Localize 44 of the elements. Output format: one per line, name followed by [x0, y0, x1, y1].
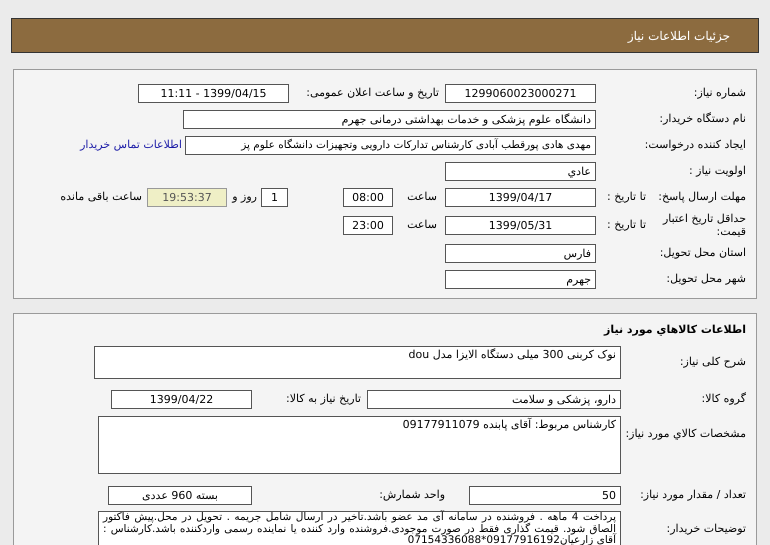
- field-label: تاریخ و ساعت اعلان عمومی:: [305, 84, 440, 101]
- field-label: ساعت: [406, 216, 438, 233]
- text-field[interactable]: 50: [469, 486, 621, 504]
- text-field[interactable]: مهدی هادی پورقطب آبادی کارشناس تدارکات دارویی وتجهیزات دانشگاه علوم پز: [185, 136, 596, 154]
- page-header: جزئیات اطلاعات نیاز: [11, 18, 759, 53]
- text-field[interactable]: 1299060023000271: [445, 84, 596, 102]
- text-field[interactable]: بسته 960 عددی: [108, 486, 252, 504]
- text-area[interactable]: نوک کربنی 300 میلی دستگاه الایزا مدل dou: [94, 346, 621, 378]
- text-field[interactable]: جهرم: [445, 270, 596, 288]
- field-label: شهر محل تحویل:: [665, 270, 747, 287]
- field-label: تا تاریخ :: [607, 188, 646, 205]
- field-label: استان محل تحویل:: [658, 244, 747, 261]
- text-area[interactable]: کارشناس مربوط: آقای پابنده 09177911079: [98, 416, 621, 474]
- text-field[interactable]: دانشگاه علوم پزشکی و خدمات بهداشتی درمانی جهرم: [183, 110, 596, 128]
- text-field[interactable]: فارس: [445, 244, 596, 262]
- field-label: شرح کلی نیاز:: [678, 354, 747, 370]
- text-field[interactable]: 1399/04/17: [445, 188, 596, 206]
- field-label: حداقل تاریخ اعتبار قیمت:: [662, 212, 746, 238]
- contact-link[interactable]: اطلاعات تماس خریدار: [80, 136, 182, 154]
- field-label: اولویت نیاز :: [688, 162, 747, 179]
- remaining-time-field: 19:53:37: [147, 188, 227, 206]
- text-field[interactable]: 1: [261, 188, 288, 206]
- field-label: گروه کالا:: [700, 390, 747, 407]
- section-title: اطلاعات کالاهاي مورد نیاز: [602, 322, 747, 338]
- field-label: واحد شمارش:: [378, 486, 446, 503]
- field-label: توضیحات خریدار:: [666, 521, 747, 537]
- field-label: شماره نیاز:: [692, 84, 747, 101]
- text-field[interactable]: 1399/04/15 - 11:11: [138, 84, 289, 102]
- field-label: روز و: [230, 188, 258, 205]
- text-field[interactable]: 23:00: [343, 216, 393, 234]
- field-label: ساعت باقی مانده: [60, 188, 143, 205]
- field-label: مشخصات کالاي مورد نیاز:: [624, 426, 747, 442]
- field-label: تعداد / مقدار مورد نیاز:: [639, 486, 747, 503]
- text-field[interactable]: 1399/04/22: [111, 390, 252, 408]
- text-field[interactable]: 08:00: [343, 188, 393, 206]
- text-field[interactable]: دارو، پزشکی و سلامت: [367, 390, 621, 408]
- text-field[interactable]: 1399/05/31: [445, 216, 596, 234]
- field-label: ساعت: [406, 188, 438, 205]
- field-label: تا تاریخ :: [607, 216, 646, 233]
- text-field[interactable]: عادي: [445, 162, 596, 180]
- field-label: نام دستگاه خریدار:: [658, 110, 747, 127]
- field-label: ایجاد کننده درخواست:: [644, 136, 747, 153]
- field-label: تاریخ نیاز به کالا:: [285, 390, 362, 407]
- field-label: مهلت ارسال پاسخ:: [657, 188, 746, 205]
